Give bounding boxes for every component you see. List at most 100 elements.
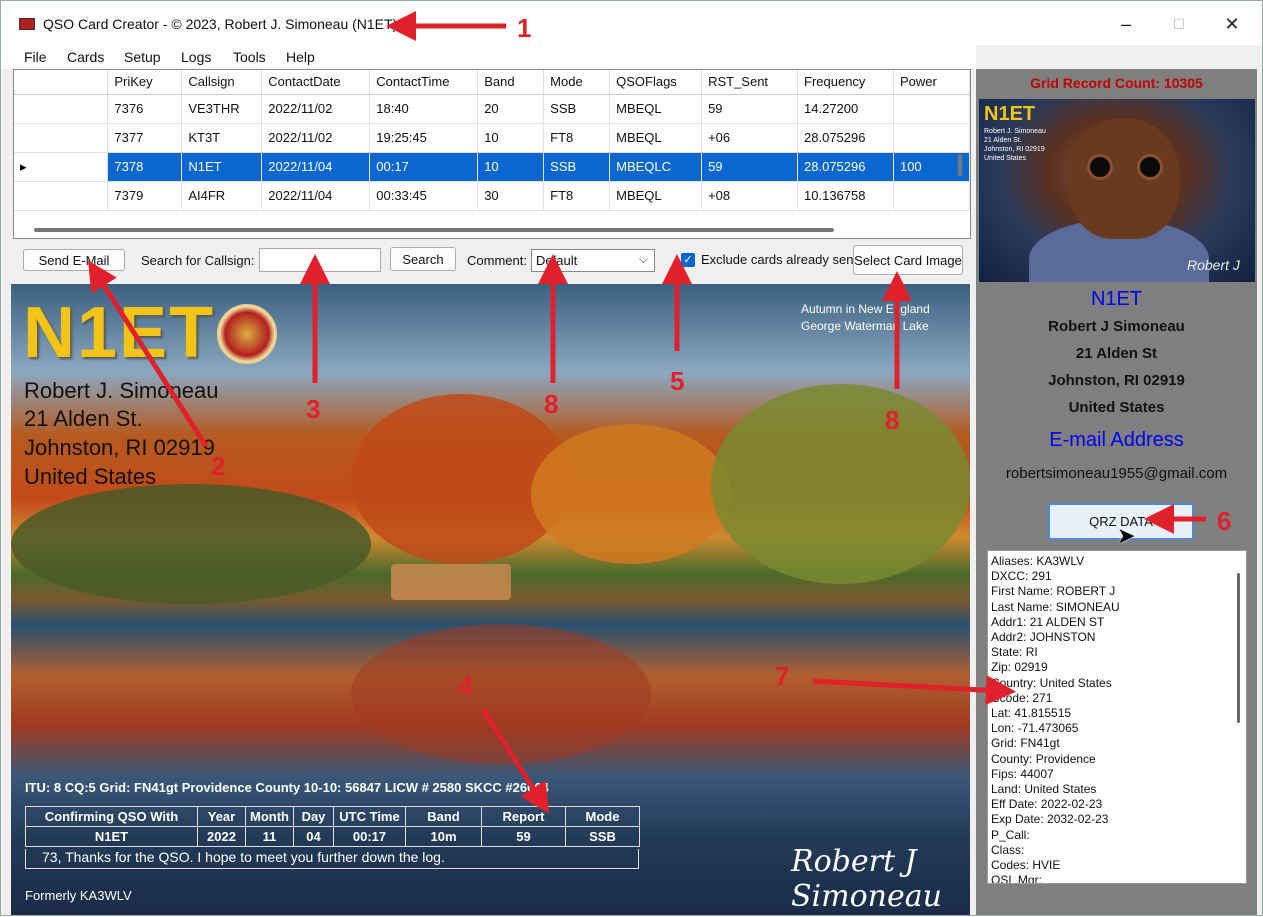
qrz-data-list[interactable]: Aliases: KA3WLV DXCC: 291 First Name: RO… (987, 550, 1247, 884)
cell-qsoflags[interactable]: MBEQL (609, 181, 703, 211)
cell-band[interactable]: 10 (477, 152, 545, 182)
cell-callsign[interactable]: N1ET (181, 152, 263, 182)
qrz-line: Last Name: SIMONEAU (991, 599, 1120, 614)
cell-frequency[interactable]: 28.075296 (797, 123, 894, 153)
cell-contacttime[interactable]: 00:33:45 (369, 181, 479, 211)
row-marker[interactable] (14, 123, 109, 153)
cell-rst-sent[interactable]: +06 (701, 123, 799, 153)
close-icon[interactable]: ✕ (1209, 9, 1255, 39)
exclude-sent-label[interactable]: Exclude cards already sent (701, 252, 857, 267)
col-header-callsign[interactable]: Callsign (181, 70, 263, 95)
operator-callsign: N1ET (1090, 288, 1143, 310)
confirm-header: Confirming QSO With (25, 806, 198, 827)
cell-power[interactable] (893, 181, 970, 211)
col-header-contactdate[interactable]: ContactDate (261, 70, 371, 95)
confirm-value: N1ET (25, 826, 198, 847)
col-header-band[interactable]: Band (477, 70, 545, 95)
operator-email: robertsimoneau1955@gmail.com (1005, 465, 1228, 482)
cell-frequency[interactable]: 14.27200 (797, 94, 894, 124)
table-row-selected[interactable]: ▸ 7378 N1ET 2022/11/04 00:17 10 SSB MBEQ… (14, 152, 970, 182)
card-address-line: United States (24, 464, 157, 489)
cell-prikey[interactable]: 7377 (107, 123, 183, 153)
cell-contactdate[interactable]: 2022/11/02 (261, 123, 371, 153)
row-marker[interactable] (14, 181, 109, 211)
col-header-qsoflags[interactable]: QSOFlags (609, 70, 703, 95)
cell-mode[interactable]: SSB (543, 152, 611, 182)
table-row[interactable]: 7376 VE3THR 2022/11/02 18:40 20 SSB MBEQ… (14, 94, 970, 124)
send-email-button[interactable]: Send E-Mail (23, 249, 125, 271)
operator-street: 21 Alden St (1075, 345, 1158, 362)
cell-callsign[interactable]: KT3T (181, 123, 263, 153)
col-header-contacttime[interactable]: ContactTime (369, 70, 479, 95)
photo-signature: Robert J (1187, 257, 1240, 273)
cell-power[interactable] (893, 94, 970, 124)
cell-prikey[interactable]: 7379 (107, 181, 183, 211)
cell-qsoflags[interactable]: MBEQL (609, 94, 703, 124)
formerly-callsign: Formerly KA3WLV (25, 888, 132, 903)
photo-address-line: Robert J. Simoneau (984, 128, 1046, 135)
menu-tools[interactable]: Tools (233, 49, 266, 65)
cell-qsoflags[interactable]: MBEQL (609, 123, 703, 153)
row-marker[interactable] (14, 94, 109, 124)
search-input[interactable] (259, 248, 381, 272)
menu-help[interactable]: Help (286, 49, 315, 65)
cell-rst-sent[interactable]: +08 (701, 181, 799, 211)
qrz-line: Eff Date: 2022-02-23 (991, 797, 1103, 812)
photo-figure (1069, 119, 1179, 239)
cell-band[interactable]: 10 (477, 123, 545, 153)
cell-callsign[interactable]: VE3THR (181, 94, 263, 124)
cell-qsoflags[interactable]: MBEQLC (609, 152, 703, 182)
menu-logs[interactable]: Logs (181, 49, 211, 65)
col-header-prikey[interactable]: PriKey (107, 70, 183, 95)
cell-prikey[interactable]: 7376 (107, 94, 183, 124)
search-button[interactable]: Search (390, 247, 456, 271)
qrz-list-scrollbar[interactable] (1237, 573, 1240, 723)
right-panel: Grid Record Count: 10305 N1ET Robert J. … (976, 69, 1257, 915)
cell-prikey[interactable]: 7378 (107, 152, 183, 182)
horizontal-scrollbar[interactable] (34, 228, 834, 232)
cell-rst-sent[interactable]: 59 (701, 152, 799, 182)
confirm-table: Confirming QSO With Year Month Day UTC T… (25, 806, 640, 847)
table-row[interactable]: 7377 KT3T 2022/11/02 19:25:45 10 FT8 MBE… (14, 123, 970, 153)
col-header-frequency[interactable]: Frequency (797, 70, 894, 95)
cell-contacttime[interactable]: 19:25:45 (369, 123, 479, 153)
qso-grid[interactable]: PriKey Callsign ContactDate ContactTime … (13, 69, 971, 239)
select-card-image-button[interactable]: Select Card Image (853, 245, 963, 275)
cell-contactdate[interactable]: 2022/11/02 (261, 94, 371, 124)
exclude-sent-checkbox[interactable]: ✓ (681, 253, 695, 267)
annotation-label: 3 (306, 394, 321, 424)
cell-band[interactable]: 30 (477, 181, 545, 211)
maximize-icon[interactable]: ☐ (1156, 9, 1202, 39)
cell-contactdate[interactable]: 2022/11/04 (261, 152, 371, 182)
cell-power[interactable] (893, 123, 970, 153)
menu-file[interactable]: File (24, 49, 47, 65)
menu-setup[interactable]: Setup (124, 49, 161, 65)
comment-select[interactable]: Default ⌵ (531, 249, 655, 272)
col-header-rowmarker[interactable] (14, 70, 109, 95)
cell-rst-sent[interactable]: 59 (701, 94, 799, 124)
cell-contacttime[interactable]: 00:17 (369, 152, 479, 182)
col-header-mode[interactable]: Mode (543, 70, 611, 95)
minimize-icon[interactable]: – (1103, 9, 1149, 39)
vertical-scrollbar[interactable] (958, 154, 962, 176)
table-row[interactable]: 7379 AI4FR 2022/11/04 00:33:45 30 FT8 MB… (14, 181, 970, 211)
cell-mode[interactable]: FT8 (543, 123, 611, 153)
cell-mode[interactable]: FT8 (543, 181, 611, 211)
cell-frequency[interactable]: 10.136758 (797, 181, 894, 211)
cell-frequency[interactable]: 28.075296 (797, 152, 894, 182)
confirm-header: Year (197, 806, 246, 827)
cell-callsign[interactable]: AI4FR (181, 181, 263, 211)
col-header-power[interactable]: Power (893, 70, 970, 95)
cell-mode[interactable]: SSB (543, 94, 611, 124)
cell-band[interactable]: 20 (477, 94, 545, 124)
cell-contactdate[interactable]: 2022/11/04 (261, 181, 371, 211)
qrz-line: DXCC: 291 (991, 569, 1052, 584)
itu-line: ITU: 8 CQ:5 Grid: FN41gt Providence Coun… (25, 780, 549, 795)
comment-select-value: Default (536, 253, 578, 268)
cell-contacttime[interactable]: 18:40 (369, 94, 479, 124)
row-marker[interactable]: ▸ (14, 152, 109, 182)
operator-name: Robert J Simoneau (1048, 318, 1185, 335)
photo-callsign: N1ET (984, 103, 1036, 125)
col-header-rst-sent[interactable]: RST_Sent (701, 70, 799, 95)
menu-cards[interactable]: Cards (67, 49, 104, 65)
